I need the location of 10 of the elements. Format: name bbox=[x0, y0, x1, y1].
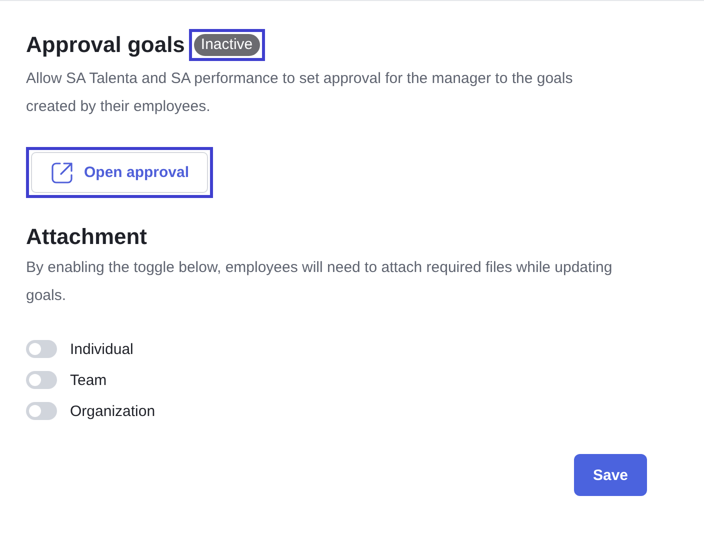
section-description: Allow SA Talenta and SA performance to set approval for the manager to the goals created by their employees. bbox=[26, 69, 574, 117]
section-description: By enabling the toggle below, employees will need to attach required files while updating goals. bbox=[26, 258, 614, 306]
open-approval-button[interactable]: Open approval bbox=[31, 152, 208, 193]
status-badge: Inactive bbox=[194, 34, 260, 56]
section-title: Approval goals bbox=[26, 32, 185, 58]
section-title: Attachment bbox=[26, 224, 148, 250]
toggle-label: Organization bbox=[70, 402, 156, 420]
toggle-label: Team bbox=[70, 372, 107, 388]
toggle-label: Individual bbox=[70, 340, 134, 358]
save-button[interactable]: Save bbox=[574, 454, 647, 496]
